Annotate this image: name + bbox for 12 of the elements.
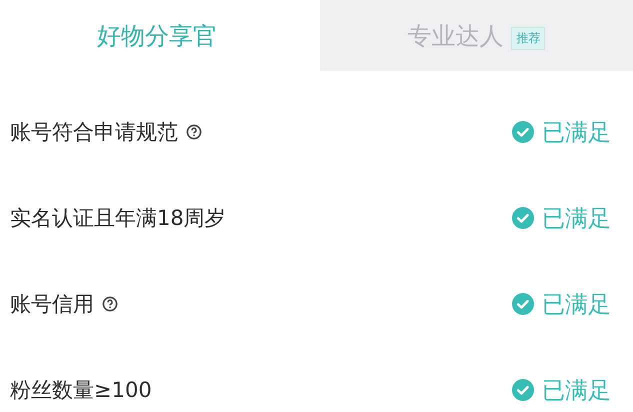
status-text: 已满足 (542, 204, 611, 234)
requirement-label: 账号符合申请规范 (10, 119, 178, 146)
status-text: 已满足 (542, 290, 611, 320)
requirement-label: 账号信用 (10, 291, 94, 318)
help-icon[interactable] (102, 296, 118, 312)
status-text: 已满足 (542, 376, 611, 406)
recommend-badge: 推荐 (511, 27, 546, 50)
help-icon[interactable] (186, 124, 202, 140)
requirement-label: 粉丝数量≥100 (10, 377, 152, 404)
requirement-label: 实名认证且年满18周岁 (10, 205, 226, 232)
tab[interactable]: 专业达人 推荐 (320, 0, 633, 71)
status-text: 已满足 (542, 118, 611, 148)
